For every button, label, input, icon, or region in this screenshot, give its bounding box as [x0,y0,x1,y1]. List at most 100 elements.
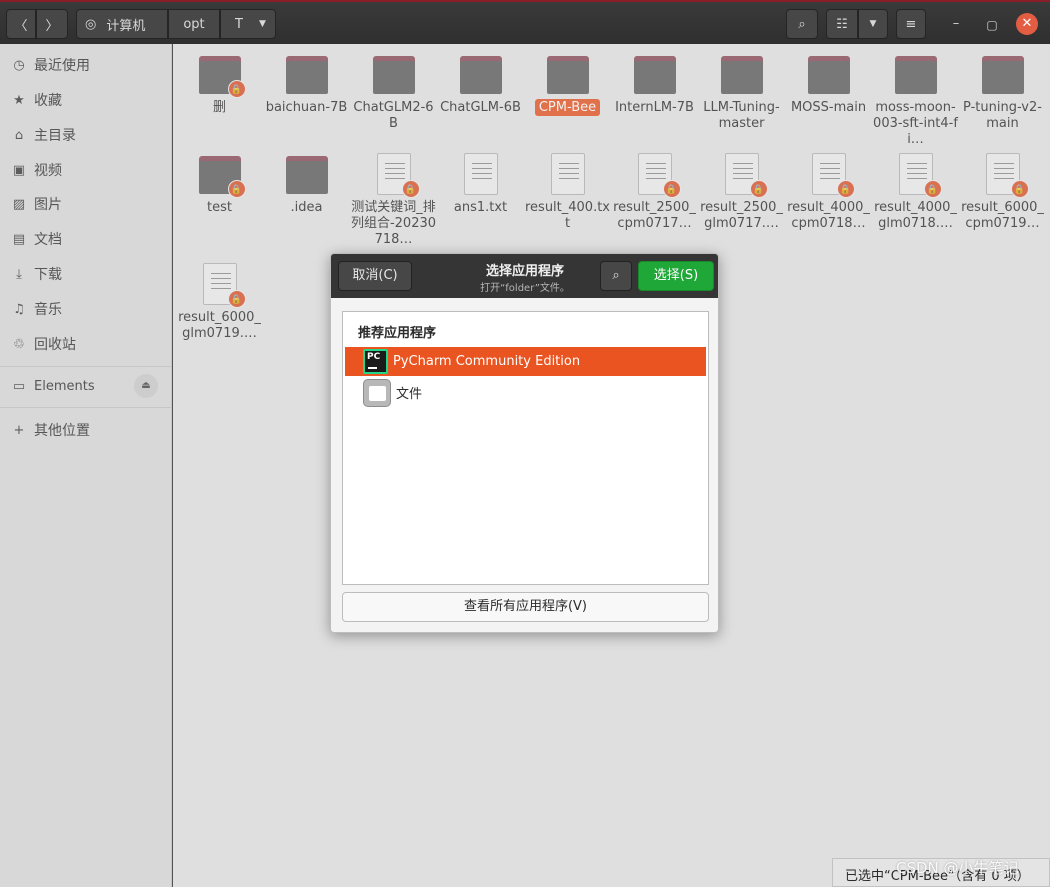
folder-icon [372,56,415,94]
file-item[interactable]: ans1.txt [437,152,524,216]
file-name: CPM-Bee [534,99,601,116]
file-name: test [207,200,232,215]
file-item[interactable]: 🔒 result_4000_cpm0718… [785,152,872,232]
file-item[interactable]: baichuan-7B [263,52,350,116]
sidebar-item-downloads[interactable]: ⤓ 下载 [0,258,172,290]
app-name: PyCharm Community Edition [393,354,581,369]
back-button[interactable]: 〈 [6,9,36,39]
view-options-button[interactable]: ▼ [858,9,888,39]
file-item[interactable]: 🔒 test [176,152,263,216]
file-item[interactable]: 🔒 result_4000_glm0718.… [872,152,959,232]
file-item[interactable]: 🔒 result_6000_cpm0719… [959,152,1046,232]
sidebar-item-documents[interactable]: ▤ 文档 [0,223,172,255]
sidebar-item-label: 收藏 [34,93,62,109]
file-item[interactable]: 🔒 测试关键词_排列组合-20230718… [350,152,437,248]
file-item[interactable]: 🔒 result_2500_cpm0717… [611,152,698,232]
forward-button[interactable]: 〉 [36,9,68,39]
close-icon: ✕ [1021,16,1033,31]
sidebar-item-other-locations[interactable]: + 其他位置 [0,414,172,446]
video-icon: ▣ [12,162,26,178]
file-item[interactable]: ChatGLM-6B [437,52,524,116]
close-button[interactable]: ✕ [1016,13,1038,35]
sidebar-item-label: 其他位置 [34,423,90,439]
cancel-button[interactable]: 取消(C) [338,261,412,291]
lock-icon: 🔒 [227,180,246,198]
file-item[interactable]: MOSS-main [785,52,872,116]
text-file-icon [463,153,498,195]
sidebar-item-pictures[interactable]: ▨ 图片 [0,188,172,220]
breadcrumb-opt[interactable]: opt [168,9,220,39]
file-item[interactable]: P-tuning-v2-main [959,52,1046,132]
app-chooser-dialog: 取消(C) 选择应用程序 打开“folder”文件。 ⌕ 选择(S) 推荐应用程… [330,253,719,633]
file-item[interactable]: moss-moon-003-sft-int4-fi… [872,52,959,148]
file-name: MOSS-main [790,100,867,115]
file-name: result_4000_cpm0718… [787,200,870,231]
lock-icon: 🔒 [1010,180,1029,198]
sidebar-item-home[interactable]: ⌂ 主目录 [0,119,172,151]
file-item[interactable]: 🔒 result_2500_glm0717.… [698,152,785,232]
sidebar-item-music[interactable]: ♫ 音乐 [0,293,172,325]
file-name: ans1.txt [453,200,508,215]
sidebar-item-starred[interactable]: ★ 收藏 [0,84,172,116]
dialog-search-button[interactable]: ⌕ [600,261,632,291]
dialog-title: 选择应用程序 [485,264,564,279]
select-button[interactable]: 选择(S) [638,261,714,291]
text-file-icon [550,153,585,195]
breadcrumb-t[interactable]: T ▼ [220,9,276,39]
download-icon: ⤓ [16,266,22,282]
music-icon: ♫ [13,301,25,317]
file-item[interactable]: result_400.txt [524,152,611,232]
trash-icon: ♲ [13,336,25,352]
file-item[interactable]: ChatGLM2-6B [350,52,437,132]
chevron-down-icon: ▼ [869,19,877,29]
dialog-header: 取消(C) 选择应用程序 打开“folder”文件。 ⌕ 选择(S) [331,254,718,298]
file-item[interactable]: 🔒 result_6000_glm0719.… [176,262,263,342]
list-view-icon: ☷ [836,16,848,32]
watermark: CSDN @小牛笔记 [896,859,1019,877]
file-name: InternLM-7B [615,100,694,115]
sidebar-item-label: 回收站 [34,337,76,353]
file-item[interactable]: .idea [263,152,350,216]
file-name: result_6000_glm0719.… [178,310,261,341]
file-name: ChatGLM-6B [440,100,521,115]
app-row-files[interactable]: 文件 [345,378,706,407]
view-all-apps-button[interactable]: 查看所有应用程序(V) [342,592,709,622]
minimize-button[interactable]: – [944,13,968,37]
folder-icon [633,56,676,94]
file-item[interactable]: 🔒 删 [176,52,263,116]
app-list: 推荐应用程序 PC PyCharm Community Edition 文件 [342,311,709,585]
section-heading: 推荐应用程序 [358,326,437,341]
sidebar-item-elements[interactable]: ▭ Elements ⏏ [0,370,172,402]
menu-button[interactable]: ≡ [896,9,926,39]
file-name: baichuan-7B [265,100,348,115]
plus-icon: + [13,422,25,438]
app-name: 文件 [396,387,423,402]
maximize-button[interactable]: ▢ [980,13,1004,37]
sidebar-item-trash[interactable]: ♲ 回收站 [0,328,172,360]
file-name: 删 [212,100,226,115]
breadcrumb-label: opt [183,16,205,32]
sidebar-item-recent[interactable]: ◷ 最近使用 [0,49,172,81]
chevron-left-icon: 〈 [14,18,28,34]
sidebar-item-label: 音乐 [34,302,62,318]
eject-button[interactable]: ⏏ [134,374,158,398]
folder-icon [459,56,502,94]
file-item[interactable]: LLM-Tuning-master [698,52,785,132]
folder-icon [894,56,937,94]
file-item[interactable]: InternLM-7B [611,52,698,116]
app-row-pycharm[interactable]: PC PyCharm Community Edition [345,347,706,376]
hamburger-icon: ≡ [905,16,917,32]
sidebar-item-videos[interactable]: ▣ 视频 [0,154,172,186]
view-list-button[interactable]: ☷ [826,9,858,39]
folder-icon [285,56,328,94]
lock-icon: 🔒 [662,180,681,198]
file-name: result_400.txt [524,200,610,231]
minimize-icon: – [952,16,960,31]
clock-icon: ◷ [13,57,25,73]
breadcrumb-computer[interactable]: ◎ 计算机 [76,9,168,39]
file-name: ChatGLM2-6B [353,100,434,131]
search-button[interactable]: ⌕ [786,9,818,39]
file-item-selected[interactable]: CPM-Bee [524,52,611,116]
sidebar-item-label: 文档 [34,232,62,248]
breadcrumb-label: T [235,16,243,32]
